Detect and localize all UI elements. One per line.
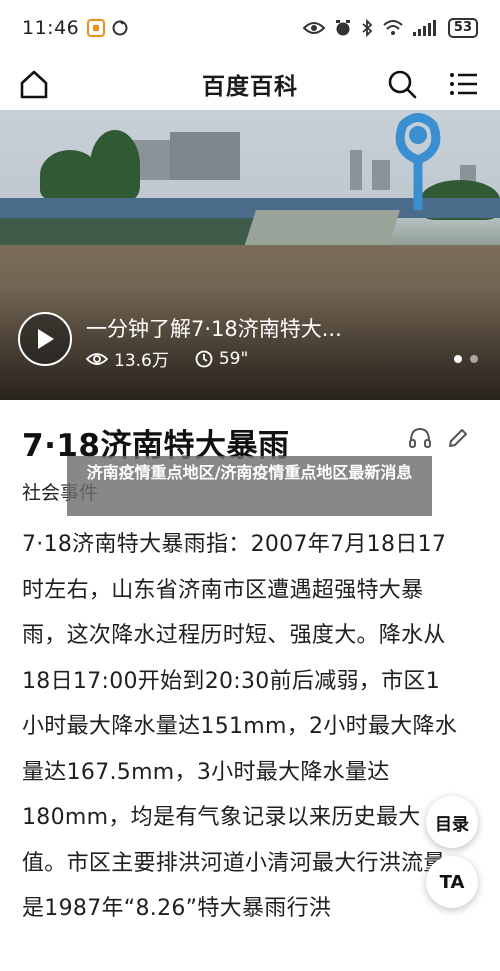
bluetooth-icon [362,19,373,37]
play-button[interactable] [18,312,72,366]
video-meta: 13.6万 59" [86,346,248,371]
app-title: 百度百科 [202,74,298,100]
scene-building [170,132,240,180]
signal-icon [412,20,436,36]
search-button[interactable] [384,66,420,102]
status-notification-icons [87,19,129,37]
views-icon [86,352,108,365]
clock-icon [195,350,213,367]
status-time: 11:46 [22,17,80,39]
wifi-icon [383,20,403,35]
scene-building [350,150,362,190]
menu-icon [450,73,477,95]
carousel-dot[interactable] [454,355,462,363]
eye-icon [302,22,325,34]
scene-sculpture [395,113,441,210]
scene-tree [90,130,140,200]
video-duration: 59" [218,348,249,369]
toc-button[interactable]: 目录 [426,796,478,848]
home-button[interactable] [16,66,52,102]
title-actions [408,426,470,450]
hero-video[interactable] [0,110,500,400]
scene-wall [0,218,260,248]
video-title[interactable]: 一分钟了解7·18济南特大... [86,313,342,343]
search-icon [388,70,417,99]
font-size-button[interactable]: TA [426,856,478,908]
app-notification-icon [87,19,106,37]
article-paragraph: 7·18济南特大暴雨指：2007年7月18日17时左右，山东省济南市区遭遇超强特… [22,532,458,921]
hero-shade [0,290,500,400]
status-right: 53 [302,18,478,38]
sync-icon [112,20,128,36]
menu-button[interactable] [446,66,482,102]
headphones-icon[interactable] [408,426,432,450]
carousel-dot[interactable] [470,355,478,363]
video-views: 13.6万 [114,351,169,371]
edit-icon[interactable] [446,426,470,450]
battery-indicator: 53 [447,18,478,38]
overlay-banner: 济南疫情重点地区/济南疫情重点地区最新消息 [67,456,432,516]
article-body: 7·18济南特大暴雨指：2007年7月18日17时左右，山东省济南市区遭遇超强特… [22,522,462,932]
status-bar: 11:46 53 [0,0,500,56]
carousel-dots [454,355,478,363]
app-header: 百度百科 [0,56,500,112]
play-icon [38,329,54,349]
alarm-icon [335,20,350,36]
home-icon [20,70,48,99]
